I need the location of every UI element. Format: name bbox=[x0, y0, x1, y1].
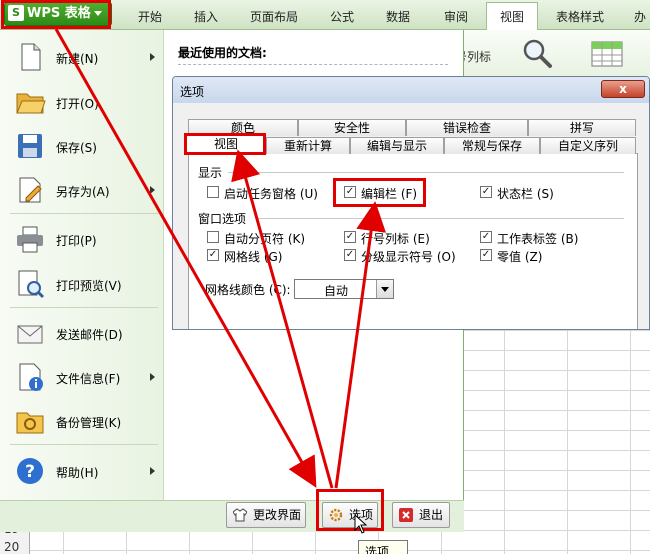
checkmark-icon: ✓ bbox=[344, 249, 356, 261]
mouse-cursor-icon bbox=[354, 514, 368, 534]
menu-divider bbox=[10, 307, 158, 308]
change-ui-button[interactable]: 更改界面 bbox=[226, 502, 306, 528]
file-info-icon bbox=[19, 363, 43, 391]
dialog-close-button[interactable]: x bbox=[601, 80, 645, 98]
menu-item-label: 备份管理(K) bbox=[56, 416, 122, 430]
submenu-arrow-icon bbox=[150, 373, 155, 381]
menu-item-file-info[interactable]: 文件信息(F) bbox=[6, 358, 160, 396]
menu-item-label: 打开(O) bbox=[56, 97, 99, 111]
gridline-color-label: 网格线颜色 (C): bbox=[205, 283, 291, 297]
menu-item-label: 发送邮件(D) bbox=[56, 328, 123, 342]
highlight-options-button bbox=[316, 489, 384, 531]
checkbox-box bbox=[207, 186, 219, 198]
tab-recalculation[interactable]: 重新计算 bbox=[266, 137, 350, 154]
menu-item-label: 打印(P) bbox=[56, 234, 97, 248]
tab-home[interactable]: 开始 bbox=[138, 8, 162, 25]
close-icon bbox=[399, 508, 413, 522]
zoom-icon[interactable] bbox=[520, 36, 554, 70]
highlight-wps-button bbox=[1, 0, 111, 29]
submenu-arrow-icon bbox=[150, 467, 155, 475]
tab-view[interactable]: 视图 bbox=[500, 8, 524, 25]
submenu-arrow-icon bbox=[150, 53, 155, 61]
menu-item-save-as[interactable]: 另存为(A) bbox=[6, 171, 160, 209]
help-icon: ? bbox=[17, 458, 43, 484]
change-ui-label: 更改界面 bbox=[253, 508, 302, 522]
tab-security[interactable]: 安全性 bbox=[298, 119, 406, 136]
checkbox-label: 零值 (Z) bbox=[497, 250, 543, 264]
menu-item-backup[interactable]: 备份管理(K) bbox=[6, 402, 160, 440]
dialog-title-bar[interactable] bbox=[173, 77, 649, 103]
checkmark-icon: ✓ bbox=[344, 231, 356, 243]
new-doc-icon bbox=[21, 43, 41, 71]
menu-item-label: 保存(S) bbox=[56, 141, 97, 155]
checkmark-icon: ✓ bbox=[480, 231, 492, 243]
checkbox-label: 状态栏 (S) bbox=[497, 187, 554, 201]
options-tooltip: 选项 bbox=[358, 540, 408, 554]
section-divider bbox=[228, 172, 624, 173]
menu-item-label: 文件信息(F) bbox=[56, 372, 121, 386]
tab-spelling[interactable]: 拼写 bbox=[528, 119, 636, 136]
print-preview-icon bbox=[18, 270, 45, 299]
shirt-icon bbox=[233, 508, 247, 522]
menu-divider bbox=[10, 213, 158, 214]
menu-item-help[interactable]: ? 帮助(H) bbox=[6, 452, 160, 490]
checkbox-label: 工作表标签 (B) bbox=[497, 232, 579, 246]
checkmark-icon: ✓ bbox=[207, 249, 219, 261]
menu-item-print[interactable]: 打印(P) bbox=[6, 220, 160, 258]
exit-label: 退出 bbox=[419, 508, 444, 522]
dropdown-button[interactable] bbox=[376, 280, 393, 298]
tab-page-layout[interactable]: 页面布局 bbox=[250, 8, 298, 25]
highlight-formula-bar bbox=[333, 178, 426, 207]
checkbox-label: 启动任务窗格 (U) bbox=[224, 187, 318, 201]
menu-item-label: 帮助(H) bbox=[56, 466, 99, 480]
menu-divider bbox=[10, 444, 158, 445]
chevron-down-icon bbox=[381, 287, 389, 292]
checkbox-label: 分级显示符号 (O) bbox=[361, 250, 456, 264]
tab-general-save[interactable]: 常规与保存 bbox=[444, 137, 540, 154]
gridline-color-value: 自动 bbox=[324, 284, 349, 298]
printer-icon bbox=[17, 226, 43, 253]
checkbox-label: 网格线 (G) bbox=[224, 250, 283, 264]
row-number[interactable]: 20 bbox=[4, 540, 19, 554]
exit-button[interactable]: 退出 bbox=[392, 502, 450, 528]
tab-insert[interactable]: 插入 bbox=[194, 8, 218, 25]
menu-item-label: 另存为(A) bbox=[56, 185, 110, 199]
dialog-title: 选项 bbox=[180, 85, 205, 99]
highlight-view-tab bbox=[184, 133, 266, 155]
menu-item-label: 新建(N) bbox=[56, 52, 99, 66]
tab-data[interactable]: 数据 bbox=[386, 8, 410, 25]
mail-icon bbox=[17, 325, 43, 344]
checkbox-box bbox=[207, 231, 219, 243]
tab-error-check[interactable]: 错误检查 bbox=[406, 119, 528, 136]
checkbox-label: 自动分页符 (K) bbox=[224, 232, 306, 246]
submenu-arrow-icon bbox=[150, 186, 155, 194]
backup-icon bbox=[16, 412, 44, 434]
section-divider bbox=[258, 218, 624, 219]
section-display-heading: 显示 bbox=[198, 166, 223, 180]
recent-docs-title: 最近使用的文档: bbox=[178, 46, 267, 60]
freeze-panes-icon[interactable] bbox=[590, 40, 624, 68]
tab-formula[interactable]: 公式 bbox=[330, 8, 354, 25]
menu-item-open[interactable]: 打开(O) bbox=[6, 83, 160, 121]
menu-item-print-preview[interactable]: 打印预览(V) bbox=[6, 265, 160, 303]
menu-item-save[interactable]: 保存(S) bbox=[6, 127, 160, 165]
checkbox-label: 行号列标 (E) bbox=[361, 232, 430, 246]
tab-table-style[interactable]: 表格样式 bbox=[556, 8, 604, 25]
tab-edit-display[interactable]: 编辑与显示 bbox=[350, 137, 444, 154]
tab-review[interactable]: 审阅 bbox=[444, 8, 468, 25]
tab-office[interactable]: 办 bbox=[634, 8, 646, 25]
save-as-icon bbox=[19, 177, 42, 203]
open-folder-icon bbox=[16, 93, 46, 114]
menu-item-label: 打印预览(V) bbox=[56, 279, 122, 293]
tab-custom-list[interactable]: 自定义序列 bbox=[540, 137, 636, 154]
section-window-heading: 窗口选项 bbox=[198, 212, 247, 226]
menu-item-send-mail[interactable]: 发送邮件(D) bbox=[6, 314, 160, 352]
checkmark-icon: ✓ bbox=[480, 249, 492, 261]
checkmark-icon: ✓ bbox=[480, 186, 492, 198]
menu-item-new[interactable]: 新建(N) bbox=[6, 38, 160, 76]
save-icon bbox=[18, 134, 42, 158]
recent-docs-divider bbox=[178, 64, 448, 65]
svg-text:?: ? bbox=[25, 462, 35, 482]
